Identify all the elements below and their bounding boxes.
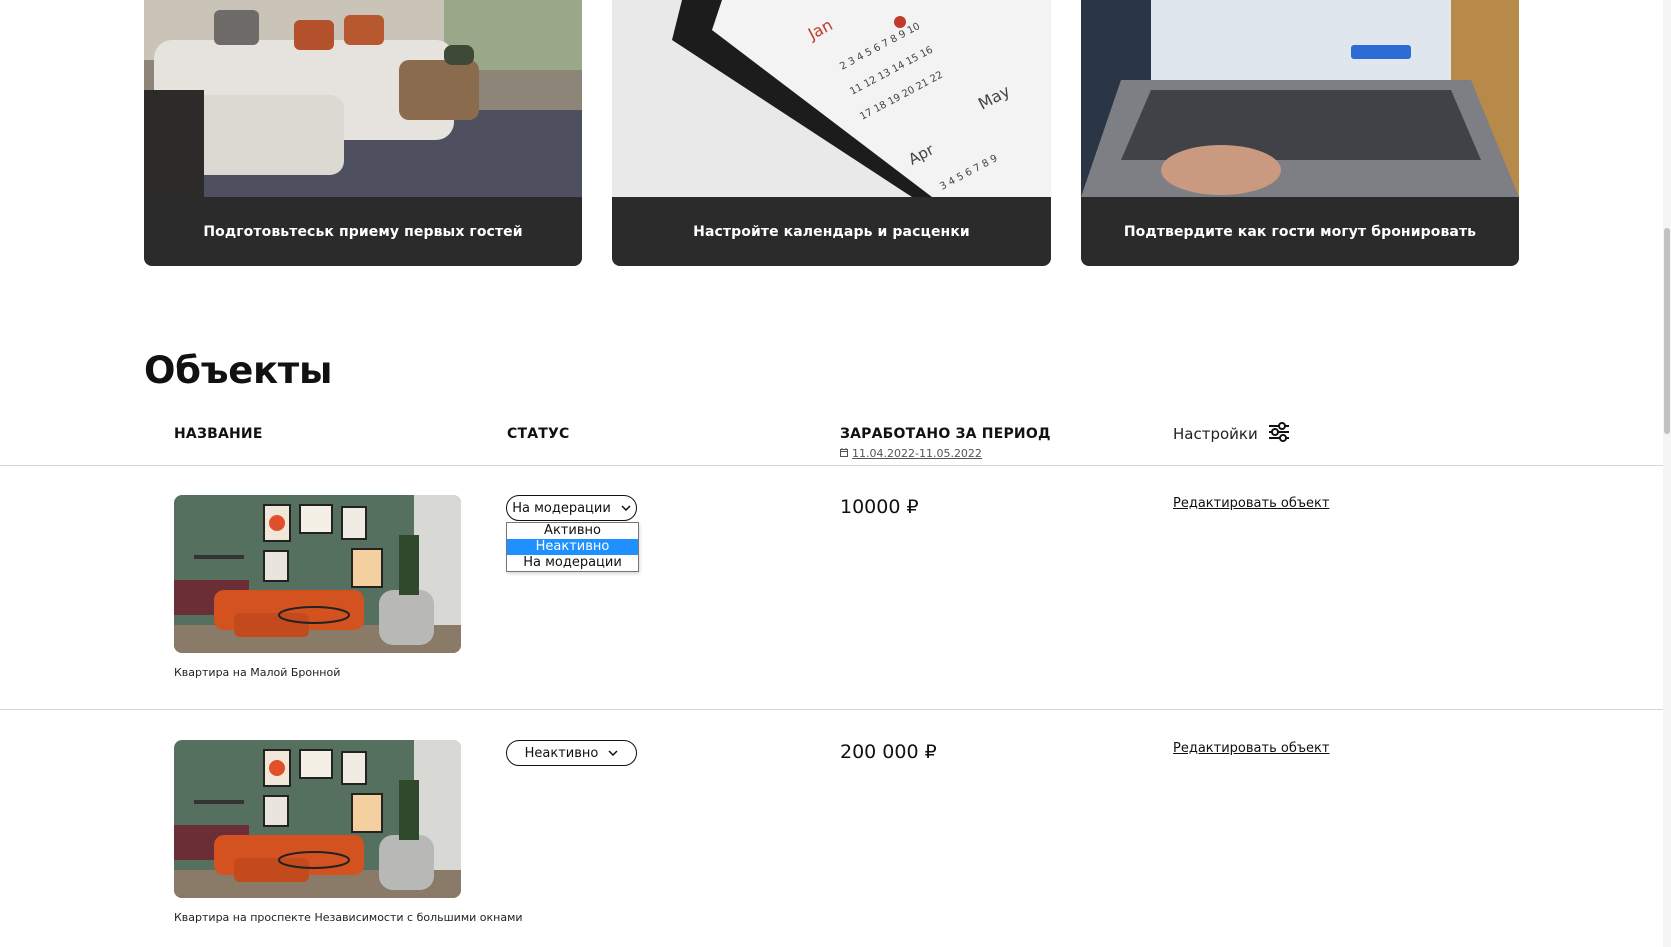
card-image-living-room (144, 0, 582, 197)
status-option-active[interactable]: Активно (507, 523, 638, 539)
card-first-guests[interactable]: Подготовьтеськ приему первых гостей (144, 0, 582, 266)
card-calendar-prices[interactable]: Jan 2 3 4 5 6 7 8 9 10 11 12 13 14 15 16… (612, 0, 1051, 266)
card-image-laptop (1081, 0, 1519, 197)
card-caption: Подготовьтеськ приему первых гостей (203, 223, 523, 240)
status-option-inactive[interactable]: Неактивно (507, 539, 638, 555)
calendar-icon (840, 447, 848, 460)
edit-listing-link[interactable]: Редактировать объект (1173, 741, 1329, 756)
status-value: На модерации (512, 500, 611, 516)
period-selector[interactable]: 11.04.2022-11.05.2022 (840, 447, 982, 460)
chevron-down-icon (621, 503, 631, 514)
page: Подготовьтеськ приему первых гостей Jan … (0, 0, 1671, 947)
status-option-moderation[interactable]: На модерации (507, 555, 638, 571)
status-select[interactable]: Неактивно (506, 740, 637, 766)
status-dropdown: Активно Неактивно На модерации (506, 522, 639, 572)
page-title: Объекты (144, 349, 333, 392)
edit-listing-link[interactable]: Редактировать объект (1173, 496, 1329, 511)
earned-amount: 200 000 ₽ (840, 741, 937, 763)
period-range: 11.04.2022-11.05.2022 (852, 447, 982, 460)
row-divider (0, 709, 1663, 710)
sliders-icon (1268, 422, 1290, 446)
status-select[interactable]: На модерации (506, 495, 637, 521)
chevron-down-icon (608, 748, 618, 759)
scrollbar-track[interactable] (1663, 0, 1671, 947)
listing-photo[interactable] (174, 740, 461, 898)
earned-amount: 10000 ₽ (840, 496, 919, 518)
row-divider (0, 465, 1663, 466)
column-header-earned: ЗАРАБОТАНО ЗА ПЕРИОД (840, 426, 1051, 442)
column-header-status: СТАТУС (507, 426, 570, 442)
card-caption: Настройте календарь и расценки (693, 223, 970, 240)
column-header-name: НАЗВАНИЕ (174, 426, 263, 442)
status-value: Неактивно (524, 745, 599, 761)
card-image-calendar: Jan 2 3 4 5 6 7 8 9 10 11 12 13 14 15 16… (612, 0, 1051, 197)
listing-title[interactable]: Квартира на Малой Бронной (174, 666, 340, 679)
scrollbar-thumb[interactable] (1664, 228, 1670, 434)
listing-photo[interactable] (174, 495, 461, 653)
listing-title[interactable]: Квартира на проспекте Независимости с бо… (174, 911, 523, 924)
settings-label: Настройки (1173, 425, 1258, 443)
settings-button[interactable]: Настройки (1173, 422, 1290, 446)
card-caption: Подтвердите как гости могут бронировать (1123, 223, 1477, 240)
card-booking-confirm[interactable]: Подтвердите как гости могут бронировать (1081, 0, 1519, 266)
